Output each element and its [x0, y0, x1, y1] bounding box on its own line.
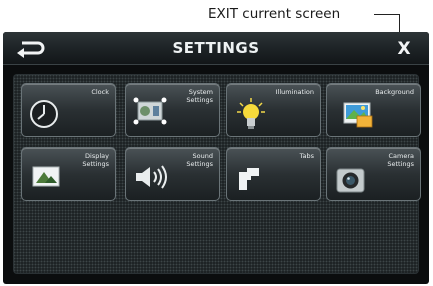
settings-panel: Clock System Settings Illumination Backg… — [13, 74, 421, 274]
tile-label: Tabs — [299, 152, 314, 160]
tile-system-settings[interactable]: System Settings — [125, 83, 220, 137]
tile-camera-settings[interactable]: Camera Settings — [326, 147, 421, 201]
tile-sound-settings[interactable]: Sound Settings — [125, 147, 220, 201]
callout-leader-line — [374, 14, 400, 15]
tile-label: Display Settings — [82, 152, 109, 168]
system-settings-icon — [133, 96, 169, 126]
tile-background[interactable]: Background — [326, 83, 421, 137]
exit-callout-text: EXIT current screen — [208, 6, 341, 22]
speaker-icon — [134, 164, 170, 190]
tile-clock[interactable]: Clock — [21, 83, 116, 137]
tile-tabs[interactable]: Tabs — [226, 147, 321, 201]
tile-label: Illumination — [275, 88, 314, 96]
title-bar: SETTINGS X — [3, 32, 429, 65]
callout-leader-line-vertical — [399, 14, 400, 34]
tile-label: Camera Settings — [387, 152, 414, 168]
page-title: SETTINGS — [172, 39, 260, 57]
camera-icon — [336, 166, 366, 194]
tile-label: Sound Settings — [186, 152, 213, 168]
display-icon — [32, 166, 60, 190]
tile-label: Background — [375, 88, 414, 96]
settings-screen: SETTINGS X Clock System Settings Illumin… — [3, 32, 429, 284]
exit-button[interactable]: X — [395, 40, 413, 58]
tile-illumination[interactable]: Illumination — [226, 83, 321, 137]
clock-icon — [28, 98, 60, 130]
background-picture-icon — [343, 102, 373, 128]
tile-display-settings[interactable]: Display Settings — [21, 147, 116, 201]
tile-label: Clock — [91, 88, 109, 96]
tabs-icon — [237, 164, 265, 192]
lightbulb-icon — [236, 97, 266, 131]
tile-label: System Settings — [186, 88, 213, 104]
